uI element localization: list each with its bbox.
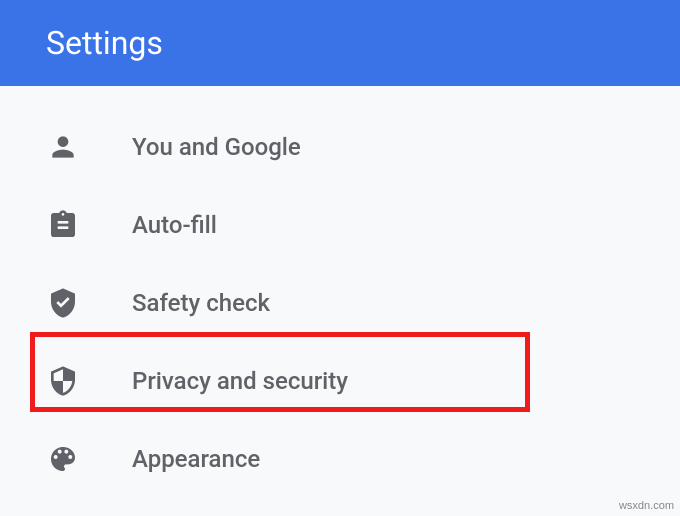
menu-item-label: Appearance [132, 445, 260, 473]
person-icon [46, 130, 80, 164]
menu-item-label: Auto-fill [132, 211, 217, 239]
menu-item-privacy-security[interactable]: Privacy and security [0, 342, 680, 420]
menu-item-you-and-google[interactable]: You and Google [0, 108, 680, 186]
clipboard-icon [46, 208, 80, 242]
palette-icon [46, 442, 80, 476]
menu-item-appearance[interactable]: Appearance [0, 420, 680, 498]
menu-item-label: You and Google [132, 133, 301, 161]
menu-item-label: Privacy and security [132, 367, 348, 395]
menu-item-autofill[interactable]: Auto-fill [0, 186, 680, 264]
header: Settings [0, 0, 680, 86]
shield-check-icon [46, 286, 80, 320]
menu-item-safety-check[interactable]: Safety check [0, 264, 680, 342]
settings-menu: You and Google Auto-fill Safety check Pr… [0, 86, 680, 498]
watermark: wsxdn.com [619, 500, 674, 512]
menu-item-label: Safety check [132, 289, 270, 317]
page-title: Settings [46, 24, 163, 62]
shield-icon [46, 364, 80, 398]
